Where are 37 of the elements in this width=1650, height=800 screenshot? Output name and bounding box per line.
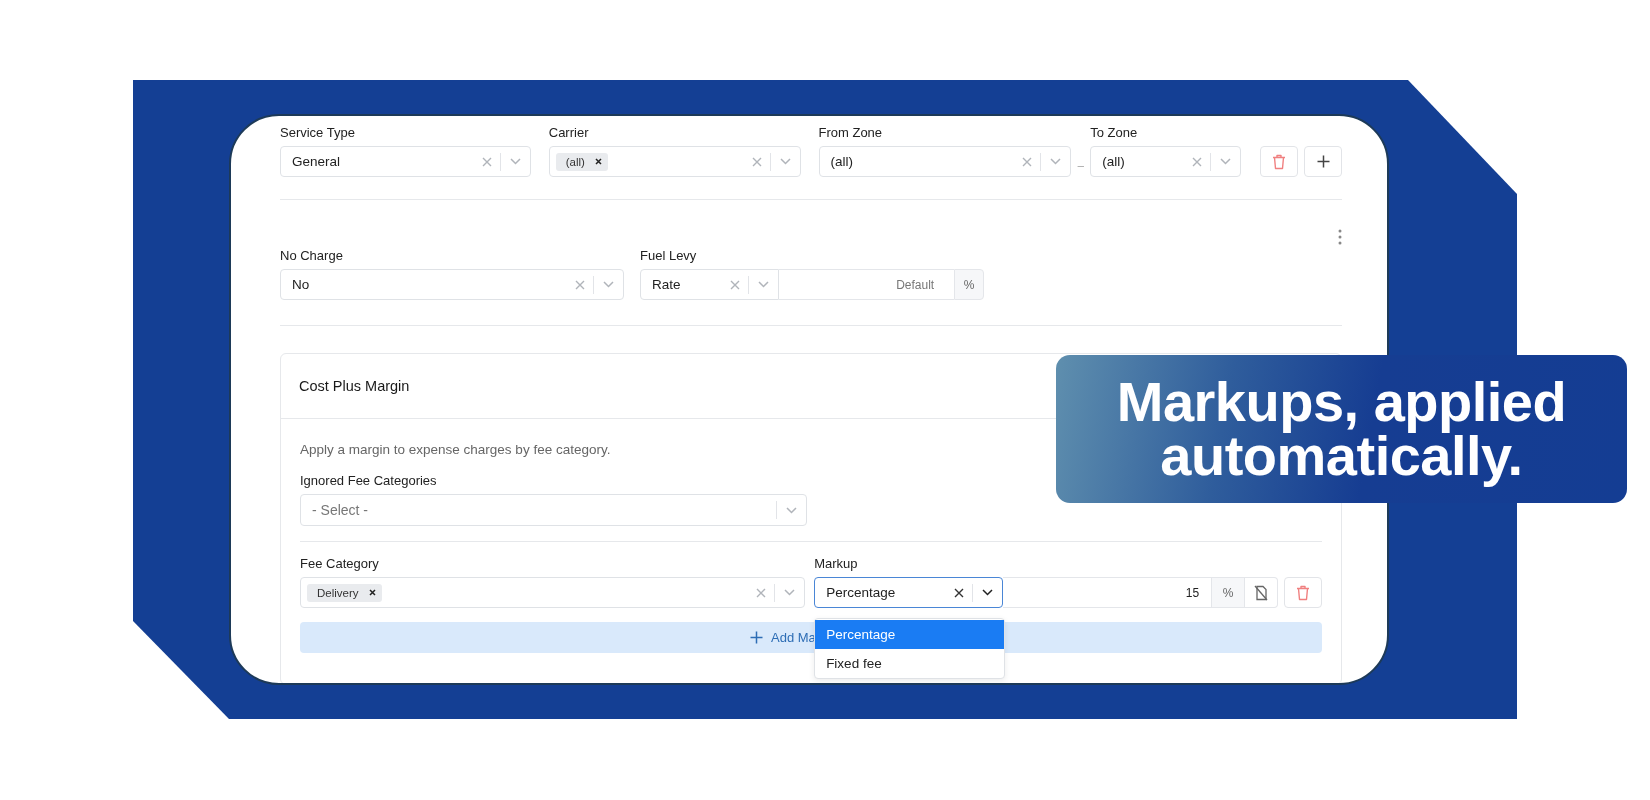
field-label: Ignored Fee Categories (300, 473, 438, 489)
more-icon[interactable] (1338, 229, 1342, 245)
amount-input[interactable]: 15 (1003, 577, 1212, 608)
select-field[interactable]: (all) (548, 146, 801, 177)
remove-icon[interactable] (368, 589, 376, 596)
rate-input[interactable]: Default (779, 269, 955, 300)
plus-icon (750, 631, 763, 644)
panel-description: Apply a margin to expense charges by fee category. (300, 441, 612, 459)
delete-button[interactable] (1284, 577, 1322, 608)
field-label: Fee Category (300, 556, 380, 572)
remove-icon[interactable] (594, 158, 602, 165)
select-field[interactable]: Percentage (814, 577, 1004, 608)
unit-label: % (954, 269, 984, 300)
tag-chip[interactable]: (all) (555, 152, 608, 171)
chevron-down-icon[interactable] (982, 589, 994, 596)
add-button[interactable] (1304, 146, 1342, 177)
delete-button[interactable] (1260, 146, 1299, 177)
dropdown-option[interactable]: Percentage (815, 620, 1005, 649)
trash-icon (1272, 153, 1287, 170)
trash-icon (1296, 584, 1311, 601)
clear-icon[interactable] (954, 587, 965, 598)
field-label: From Zone (818, 125, 884, 141)
tag-chip[interactable]: Delivery (307, 583, 382, 602)
field-label: No Charge (280, 248, 344, 264)
zone-separator: _ (1076, 154, 1085, 169)
field-label: Markup (814, 556, 859, 572)
field-label: Carrier (548, 125, 590, 141)
crossed-page-icon (1254, 584, 1269, 601)
unit-label: % (1211, 577, 1246, 608)
field-label: To Zone (1090, 125, 1139, 141)
plus-icon (1316, 155, 1330, 168)
select-field[interactable]: - Select - (300, 494, 807, 526)
field-label: Fuel Levy (640, 248, 698, 264)
select-field[interactable]: Delivery (300, 577, 806, 608)
field-label: Service Type (280, 125, 356, 141)
panel-title: Cost Plus Margin (299, 378, 410, 394)
toggle-button[interactable] (1245, 577, 1279, 608)
